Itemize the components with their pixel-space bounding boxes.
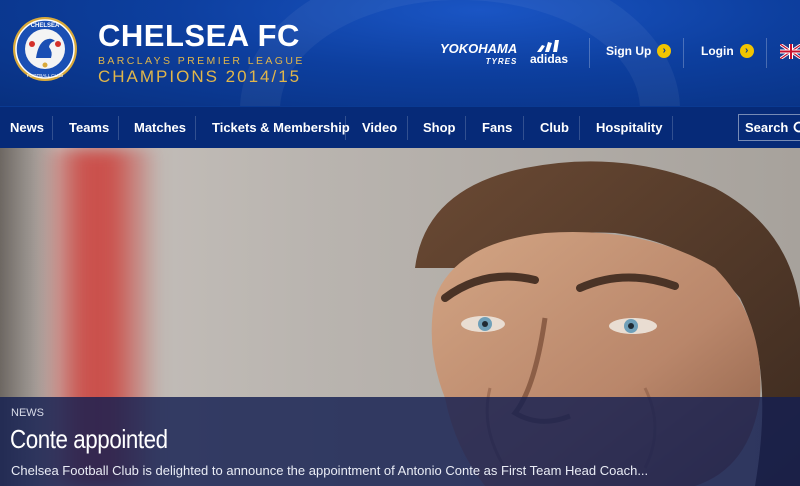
svg-text:FOOTBALL CLUB: FOOTBALL CLUB: [27, 73, 64, 78]
champions-label: CHAMPIONS 2014/15: [98, 67, 302, 86]
yokohama-sub-text: TYRES: [485, 57, 518, 66]
nav-item-tickets[interactable]: Tickets & Membership: [212, 107, 350, 148]
nav-divider: [672, 116, 673, 140]
nav-divider: [579, 116, 580, 140]
nav-divider: [52, 116, 53, 140]
sponsor-adidas[interactable]: adidas: [530, 40, 568, 65]
adidas-logo-text: adidas: [530, 52, 569, 66]
nav-item-video[interactable]: Video: [362, 107, 397, 148]
search-label: Search: [745, 120, 789, 135]
hero-title[interactable]: Conte appointed: [10, 424, 168, 455]
arrow-right-icon: ›: [739, 44, 754, 58]
league-label: BARCLAYS PREMIER LEAGUE: [98, 55, 305, 67]
login-label: Login: [701, 44, 734, 58]
sponsor-yokohama[interactable]: YOKOHAMA TYRES: [440, 42, 517, 68]
nav-divider: [465, 116, 466, 140]
chelsea-crest-icon[interactable]: CHELSEA FOOTBALL CLUB: [12, 16, 78, 82]
hero-summary: Chelsea Football Club is delighted to an…: [11, 463, 649, 478]
hero-kicker: NEWS: [11, 407, 44, 419]
nav-item-news[interactable]: News: [10, 107, 44, 148]
hero-banner[interactable]: NEWS Conte appointed Chelsea Football Cl…: [0, 148, 800, 486]
nav-item-fans[interactable]: Fans: [482, 107, 512, 148]
signup-label: Sign Up: [606, 44, 652, 58]
svg-text:CHELSEA: CHELSEA: [31, 23, 60, 29]
search-box[interactable]: Search: [738, 114, 800, 141]
nav-divider: [195, 116, 196, 140]
adidas-logo-icon: [537, 40, 559, 52]
site-title: CHELSEA FC: [98, 18, 300, 53]
main-nav: News Teams Matches Tickets & Membership …: [0, 106, 800, 148]
yokohama-logo-text: YOKOHAMA: [440, 41, 518, 56]
nav-divider: [407, 116, 408, 140]
nav-item-matches[interactable]: Matches: [134, 107, 186, 148]
brand-block[interactable]: CHELSEA FC BARCLAYS PREMIER LEAGUE CHAMP…: [98, 18, 305, 87]
header-divider: [683, 38, 684, 68]
nav-item-club[interactable]: Club: [540, 107, 569, 148]
header-divider: [766, 38, 767, 68]
nav-item-hospitality[interactable]: Hospitality: [596, 107, 662, 148]
nav-item-shop[interactable]: Shop: [423, 107, 456, 148]
nav-divider: [118, 116, 119, 140]
nav-divider: [345, 116, 346, 140]
header-divider: [589, 38, 590, 68]
arrow-right-icon: ›: [657, 44, 672, 58]
nav-item-teams[interactable]: Teams: [69, 107, 109, 148]
login-link[interactable]: Login ›: [701, 44, 754, 58]
nav-divider: [523, 116, 524, 140]
uk-flag-icon[interactable]: [780, 44, 800, 59]
site-header: CHELSEA FOOTBALL CLUB CHELSEA FC BARCLAY…: [0, 0, 800, 106]
signup-link[interactable]: Sign Up ›: [606, 44, 672, 58]
search-icon[interactable]: [793, 121, 800, 135]
hero-caption[interactable]: NEWS Conte appointed Chelsea Football Cl…: [0, 397, 800, 486]
